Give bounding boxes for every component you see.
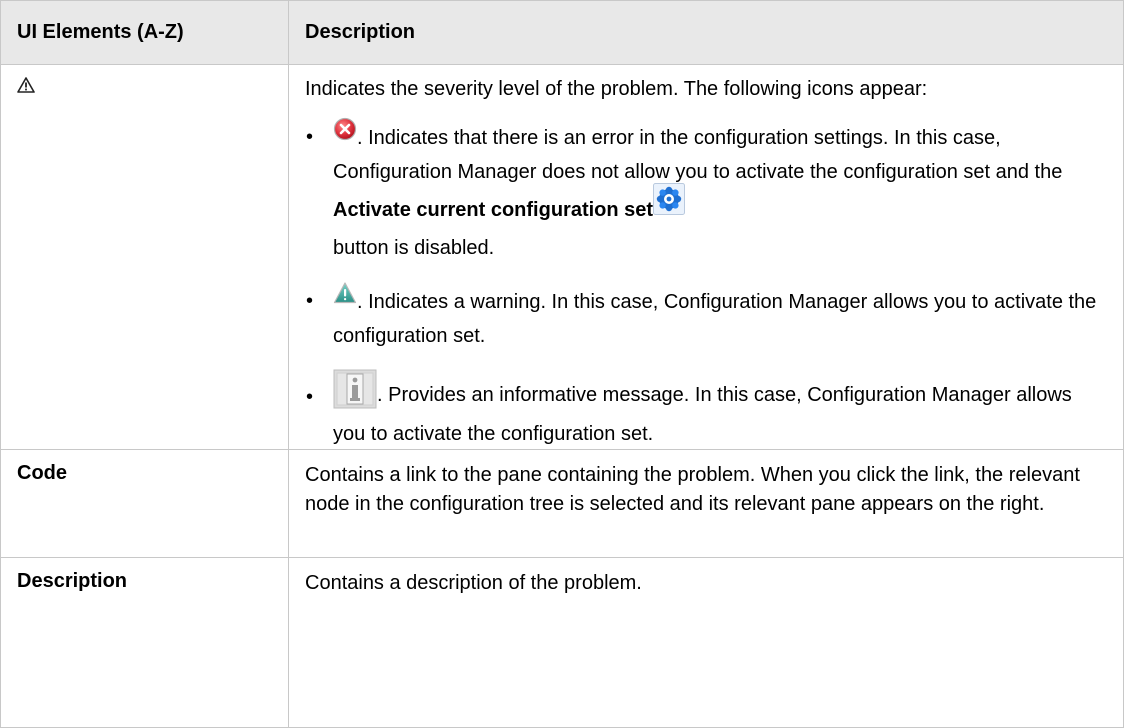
list-item-info: • . Provides an informative message. In … <box>305 369 1109 449</box>
table-row: Indicates the severity level of the prob… <box>0 64 1124 450</box>
description-description: Contains a description of the problem. <box>305 572 642 594</box>
description-cell: Indicates the severity level of the prob… <box>288 64 1124 450</box>
ui-elements-table: UI Elements (A-Z) Description Indicates … <box>0 0 1124 728</box>
list-item-error: • . Indicates that there is an error in … <box>305 117 1109 265</box>
header-ui-elements: UI Elements (A-Z) <box>0 0 289 65</box>
error-icon <box>333 117 357 152</box>
element-description: Description <box>17 570 128 592</box>
severity-icon-list: • . Indicates that there is an error in … <box>305 117 1109 449</box>
description-cell: Contains a description of the problem. <box>288 557 1124 728</box>
warning-icon <box>333 281 357 316</box>
header-description: Description <box>288 0 1124 65</box>
warning-item-text: . Indicates a warning. In this case, Con… <box>333 290 1097 347</box>
list-item-warning: • . Indicates a warning. In this case, C… <box>305 282 1109 353</box>
bullet: • <box>306 290 314 312</box>
bullet: • <box>306 126 314 148</box>
info-icon <box>333 369 377 418</box>
element-cell <box>0 64 289 450</box>
code-description: Contains a link to the pane containing t… <box>305 464 1080 515</box>
activate-configuration-icon <box>653 183 686 226</box>
info-item-text: . Provides an informative message. In th… <box>333 383 1072 445</box>
element-code: Code <box>17 462 67 484</box>
activate-config-set-label: Activate current configuration set <box>333 198 654 221</box>
error-item-text: . Indicates that there is an error in th… <box>333 126 1063 183</box>
element-cell: Description <box>0 557 289 728</box>
element-cell: Code <box>0 449 289 558</box>
table-row: Code Contains a link to the pane contain… <box>0 449 1124 558</box>
severity-intro-text: Indicates the severity level of the prob… <box>305 78 928 100</box>
bullet: • <box>306 386 314 408</box>
warning-triangle-icon <box>17 75 35 93</box>
table-row: Description Contains a description of th… <box>0 557 1124 728</box>
table-header-row: UI Elements (A-Z) Description <box>0 0 1124 65</box>
error-item-text-after: button is disabled. <box>333 237 495 259</box>
description-cell: Contains a link to the pane containing t… <box>288 449 1124 558</box>
